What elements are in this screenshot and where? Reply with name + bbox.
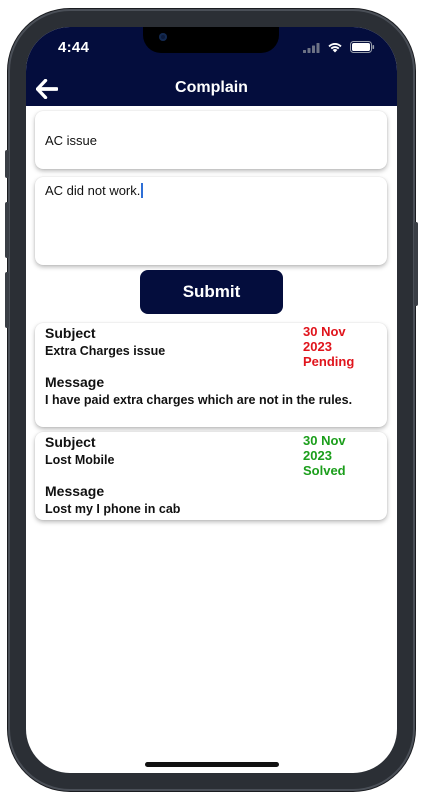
signal-icon bbox=[303, 42, 320, 53]
complaint-subject: Lost Mobile bbox=[45, 453, 115, 467]
camera-icon bbox=[159, 33, 167, 41]
complaint-date-day: 30 Nov bbox=[303, 433, 346, 448]
complaint-message: Lost my I phone in cab bbox=[45, 502, 181, 516]
message-input-value: AC did not work. bbox=[45, 183, 141, 198]
status-time: 4:44 bbox=[58, 39, 90, 56]
screen: 4:44 Complain AC issue AC did not work. … bbox=[26, 27, 397, 773]
mute-switch bbox=[5, 150, 9, 178]
date-status-block: 30 Nov 2023 Solved bbox=[303, 433, 383, 478]
date-status-block: 30 Nov 2023 Pending bbox=[303, 324, 383, 369]
notch bbox=[143, 27, 279, 53]
text-caret bbox=[141, 183, 144, 198]
message-label: Message bbox=[45, 483, 105, 499]
complaint-date-day: 30 Nov bbox=[303, 324, 346, 339]
volume-down-button bbox=[5, 272, 9, 328]
status-badge: Solved bbox=[303, 463, 346, 478]
status-icons bbox=[303, 41, 375, 53]
wifi-icon bbox=[328, 43, 342, 53]
complaint-subject: Extra Charges issue bbox=[45, 344, 166, 358]
subject-label: Subject bbox=[45, 325, 96, 341]
subject-label: Subject bbox=[45, 434, 96, 450]
volume-up-button bbox=[5, 202, 9, 258]
message-label: Message bbox=[45, 374, 105, 390]
subject-input-value: AC issue bbox=[45, 133, 98, 148]
page-title: Complain bbox=[175, 79, 248, 96]
complaint-card[interactable]: Subject Extra Charges issue Message I ha… bbox=[35, 323, 387, 427]
subject-input[interactable]: AC issue bbox=[35, 111, 387, 169]
status-badge: Pending bbox=[303, 354, 355, 369]
complaint-message: I have paid extra charges which are not … bbox=[45, 393, 353, 407]
complaint-date-year: 2023 bbox=[303, 448, 332, 463]
home-indicator bbox=[145, 762, 279, 767]
power-button bbox=[414, 222, 418, 306]
message-textarea[interactable]: AC did not work. bbox=[35, 177, 387, 265]
message-input-text: AC did not work. bbox=[45, 183, 144, 198]
submit-button[interactable]: Submit bbox=[140, 270, 283, 314]
complaint-date-year: 2023 bbox=[303, 339, 332, 354]
complaint-card[interactable]: Subject Lost Mobile Message Lost my I ph… bbox=[35, 432, 387, 520]
battery-icon bbox=[350, 41, 375, 53]
app-header: 4:44 Complain bbox=[26, 27, 397, 106]
